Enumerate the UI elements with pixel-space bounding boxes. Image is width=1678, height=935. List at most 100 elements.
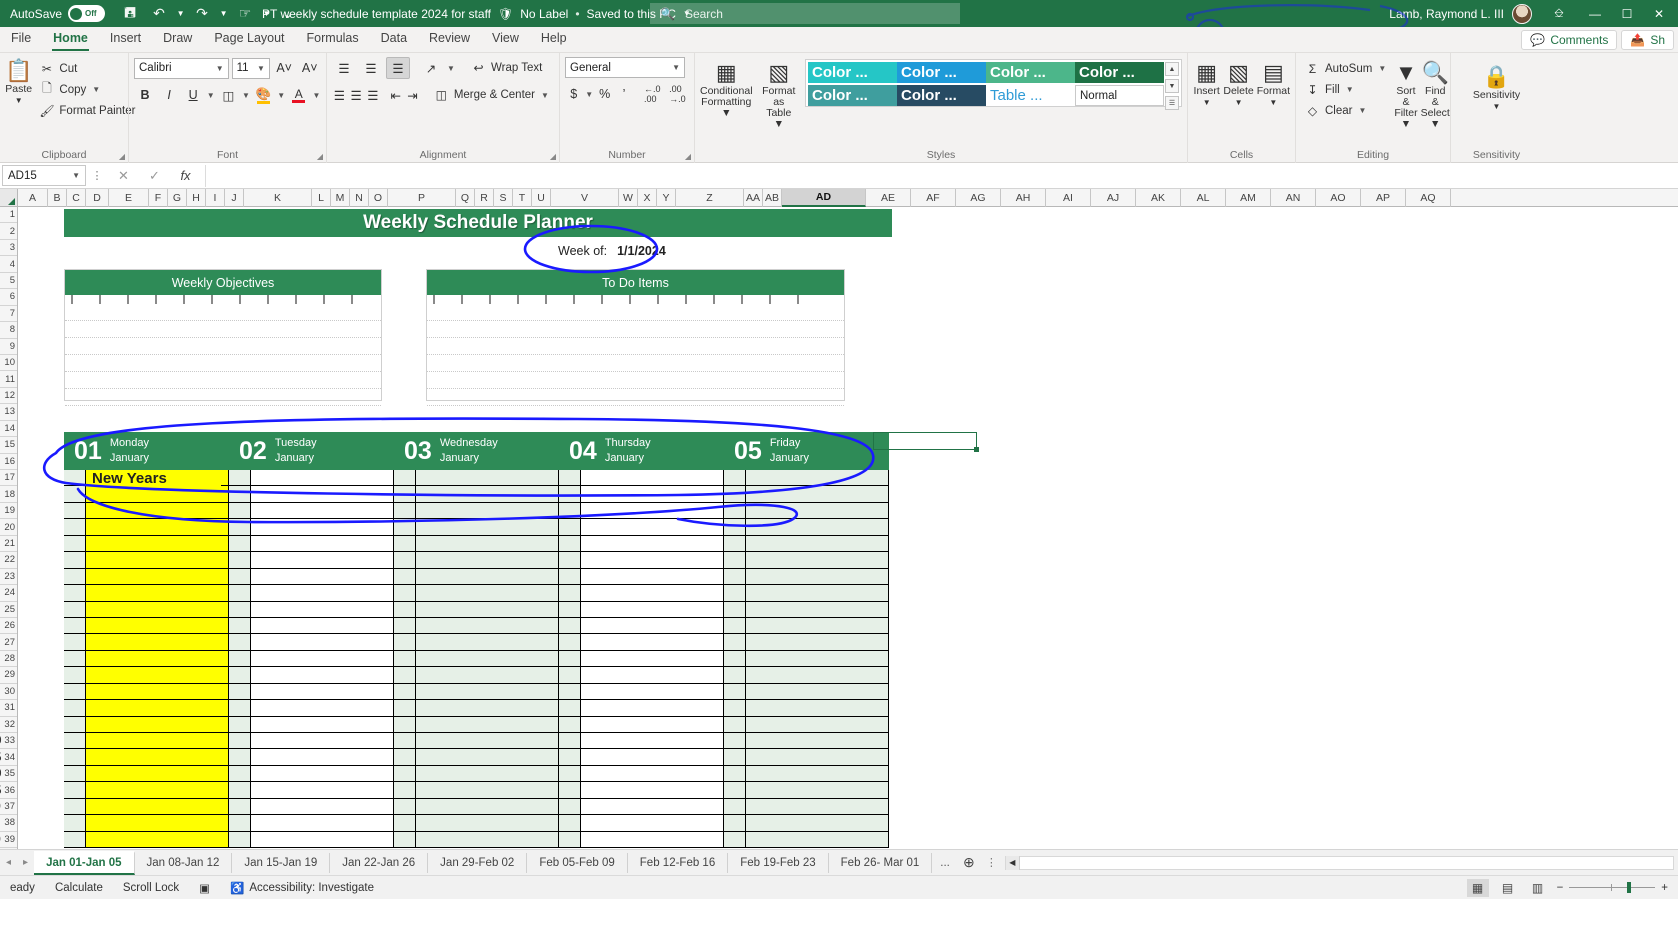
column-header-ae[interactable]: AE	[866, 189, 911, 207]
format-dropdown-icon[interactable]: ▼	[1269, 98, 1277, 107]
user-account[interactable]: Lamb, Raymond L. III	[1389, 3, 1532, 24]
styles-gallery-scrollbar[interactable]: ▲ ▼ ☰	[1165, 62, 1179, 110]
zoom-in-button[interactable]: +	[1661, 882, 1668, 894]
schedule-tick-cell[interactable]	[724, 601, 746, 618]
column-header-ab[interactable]: AB	[763, 189, 782, 207]
schedule-slot-cell[interactable]	[581, 650, 724, 668]
schedule-tick-cell[interactable]	[559, 617, 581, 635]
sheet-tab-feb-26-mar-01[interactable]: Feb 26- Mar 01	[829, 852, 933, 873]
schedule-tick-cell[interactable]	[559, 601, 581, 618]
schedule-slot-cell[interactable]	[581, 815, 724, 832]
fill-button[interactable]: ↧ Fill ▼	[1301, 80, 1391, 99]
schedule-tick-cell[interactable]	[559, 716, 581, 733]
schedule-slot-cell[interactable]	[251, 765, 394, 783]
insert-dropdown-icon[interactable]: ▼	[1203, 98, 1211, 107]
schedule-tick-cell[interactable]	[559, 650, 581, 668]
sheet-nav-arrows[interactable]: ◂ ▸	[0, 857, 34, 868]
schedule-slot-cell[interactable]	[416, 700, 559, 717]
schedule-slot-cell[interactable]	[416, 798, 559, 816]
sheet-tab-jan-29-feb-02[interactable]: Jan 29-Feb 02	[428, 852, 528, 873]
week-of-value[interactable]: 1/1/2024	[617, 244, 666, 258]
schedule-tick-cell[interactable]	[394, 502, 416, 520]
schedule-slot-cell[interactable]	[416, 502, 559, 520]
column-header-x[interactable]: X	[638, 189, 657, 207]
schedule-tick-cell[interactable]	[559, 585, 581, 602]
column-header-q[interactable]: Q	[456, 189, 475, 207]
undo-dropdown-icon[interactable]: ▼	[175, 9, 186, 18]
schedule-slot-cell[interactable]	[251, 815, 394, 832]
format-cells-button[interactable]: ▤ Format ▼	[1257, 59, 1290, 108]
sheet-tab-feb-05-feb-09[interactable]: Feb 05-Feb 09	[527, 852, 628, 873]
column-header-c[interactable]: C	[67, 189, 86, 207]
schedule-tick-cell[interactable]	[559, 470, 581, 487]
note-line[interactable]	[427, 304, 844, 321]
schedule-slot-cell[interactable]	[746, 782, 889, 799]
schedule-slot-cell[interactable]	[86, 502, 229, 520]
schedule-tick-cell[interactable]	[229, 535, 251, 553]
column-header-u[interactable]: U	[532, 189, 551, 207]
schedule-slot-cell[interactable]	[416, 683, 559, 701]
copy-button[interactable]: 🗋 Copy ▼	[35, 80, 139, 99]
sheet-tab-jan-15-jan-19[interactable]: Jan 15-Jan 19	[232, 852, 331, 873]
schedule-slot-cell[interactable]	[251, 535, 394, 553]
schedule-slot-cell[interactable]	[581, 601, 724, 618]
font-dialog-launcher[interactable]: ◢	[317, 152, 323, 161]
increase-font-size-button[interactable]: A˅	[273, 57, 296, 79]
schedule-tick-cell[interactable]	[64, 700, 86, 717]
schedule-slot-cell[interactable]	[746, 585, 889, 602]
column-header-l[interactable]: L	[312, 189, 331, 207]
touch-mode-icon[interactable]: ☞	[232, 3, 258, 25]
schedule-tick-cell[interactable]	[64, 552, 86, 569]
row-header-3[interactable]: 3	[0, 240, 17, 257]
number-format-chevron-down-icon[interactable]: ▼	[672, 63, 680, 72]
schedule-tick-cell[interactable]	[559, 782, 581, 799]
clipboard-dialog-launcher[interactable]: ◢	[119, 152, 125, 161]
schedule-tick-cell[interactable]	[724, 700, 746, 717]
schedule-tick-cell[interactable]	[394, 782, 416, 799]
sheet-tab-feb-12-feb-16[interactable]: Feb 12-Feb 16	[628, 852, 729, 873]
undo-icon[interactable]: ↶	[146, 3, 172, 25]
note-line[interactable]	[427, 338, 844, 355]
schedule-slot-cell[interactable]	[416, 667, 559, 684]
column-header-f[interactable]: F	[149, 189, 168, 207]
schedule-slot-cell[interactable]	[86, 716, 229, 733]
column-header-g[interactable]: G	[168, 189, 187, 207]
schedule-slot-cell[interactable]	[746, 568, 889, 586]
note-line[interactable]	[65, 389, 381, 406]
sheet-next-icon[interactable]: ▸	[13, 857, 28, 868]
schedule-tick-cell[interactable]	[229, 601, 251, 618]
todo-lines[interactable]	[427, 304, 844, 406]
horizontal-scrollbar[interactable]: ◀	[1004, 855, 1674, 870]
row-header-16[interactable]: 16	[0, 454, 17, 470]
schedule-slot-cell[interactable]	[416, 749, 559, 766]
schedule-tick-cell[interactable]	[394, 798, 416, 816]
schedule-tick-cell[interactable]	[724, 716, 746, 733]
align-center-button[interactable]: ☰	[349, 84, 364, 106]
column-header-af[interactable]: AF	[911, 189, 956, 207]
format-as-table-button[interactable]: ▧ Format as Table ▼	[761, 59, 797, 130]
avatar[interactable]	[1512, 3, 1532, 24]
format-painter-button[interactable]: 🖌 Format Painter	[35, 101, 139, 120]
schedule-tick-cell[interactable]	[64, 568, 86, 586]
schedule-tick-cell[interactable]	[229, 585, 251, 602]
document-title-area[interactable]: PT weekly schedule template 2024 for sta…	[262, 0, 691, 27]
schedule-slot-cell[interactable]	[581, 782, 724, 799]
number-format-select[interactable]: General ▼	[565, 57, 685, 78]
column-header-p[interactable]: P	[388, 189, 456, 207]
schedule-slot-cell[interactable]	[416, 568, 559, 586]
row-header-13[interactable]: 13	[0, 404, 17, 421]
underline-button[interactable]: U	[182, 84, 204, 106]
tab-draw[interactable]: Draw	[152, 26, 203, 52]
schedule-slot-cell[interactable]	[746, 798, 889, 816]
redo-icon[interactable]: ↷	[189, 3, 215, 25]
increase-decimal-button[interactable]: ←.0.00	[641, 83, 664, 105]
schedule-slot-cell[interactable]	[251, 683, 394, 701]
schedule-tick-cell[interactable]	[394, 601, 416, 618]
objectives-lines[interactable]	[65, 304, 381, 406]
schedule-tick-cell[interactable]	[229, 716, 251, 733]
schedule-tick-cell[interactable]	[724, 765, 746, 783]
schedule-tick-cell[interactable]	[64, 519, 86, 536]
tab-insert[interactable]: Insert	[99, 26, 152, 52]
zoom-out-button[interactable]: −	[1557, 882, 1564, 894]
schedule-tick-cell[interactable]	[394, 519, 416, 536]
